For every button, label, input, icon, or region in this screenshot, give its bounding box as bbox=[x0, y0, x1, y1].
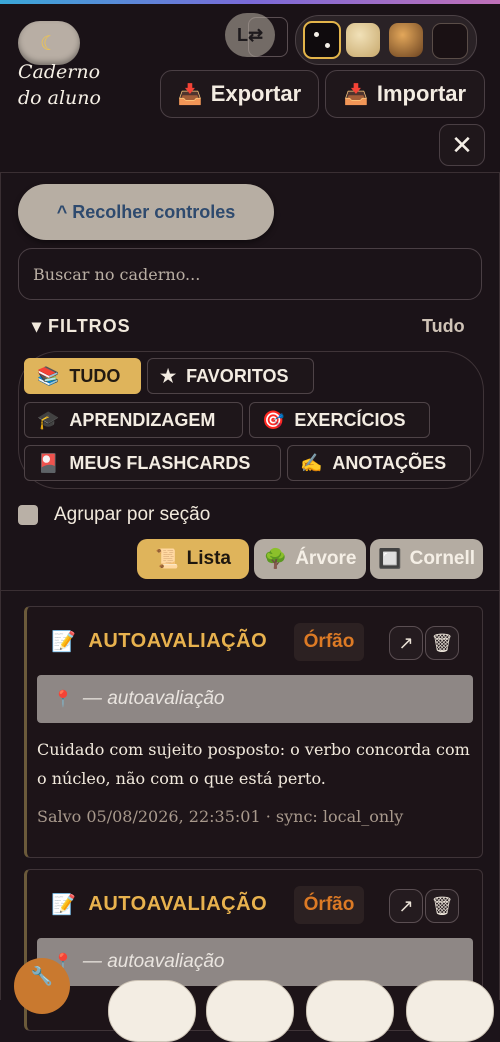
graduation-cap-icon: 🎓 bbox=[37, 409, 60, 430]
filter-chip-anotacoes[interactable]: ✍ ANOTAÇÕES bbox=[287, 445, 471, 481]
theme-swatch-group bbox=[295, 15, 477, 65]
note-saved-meta: Salvo 05/08/2026, 22:35:01 · sync: local… bbox=[37, 807, 404, 826]
tree-icon: 🌳 bbox=[263, 549, 288, 570]
note-card-title-text: AUTOAVALIAÇÃO bbox=[88, 630, 268, 652]
note-location-bar[interactable]: 📍 — autoavaliação bbox=[37, 938, 473, 986]
filter-chip-label: TUDO bbox=[69, 365, 121, 386]
notebook-brand: Caderno do aluno bbox=[18, 59, 128, 111]
view-cornell-button[interactable]: 🔲 Cornell bbox=[370, 539, 483, 579]
close-icon: ✕ bbox=[451, 129, 473, 160]
swap-icon: L⇄ bbox=[236, 24, 264, 45]
note-card: 📝 AUTOAVALIAÇÃO Órfão ↗ 🗑 📍 — autoavalia… bbox=[24, 606, 483, 858]
note-body-text: Cuidado com sujeito posposto: o verbo co… bbox=[37, 740, 470, 788]
orphan-badge: Órfão bbox=[294, 886, 364, 924]
dock-item-extra[interactable] bbox=[406, 980, 494, 1042]
view-label: Lista bbox=[186, 548, 232, 569]
brand-line-1: Caderno bbox=[18, 61, 101, 83]
filters-all-link[interactable]: Tudo bbox=[422, 316, 465, 337]
filters-toggle[interactable]: ▾ FILTROS bbox=[32, 316, 131, 337]
trash-icon: 🗑 bbox=[430, 632, 454, 653]
filter-chip-exercicios[interactable]: 🎯 EXERCÍCIOS bbox=[249, 402, 430, 438]
view-label: Árvore bbox=[295, 548, 357, 569]
arrow-up-right-icon: ↗ bbox=[398, 632, 414, 653]
open-note-button[interactable]: ↗ bbox=[389, 889, 423, 923]
group-by-section-row[interactable]: Agrupar por seção bbox=[18, 504, 210, 526]
group-by-section-checkbox[interactable] bbox=[18, 505, 38, 525]
view-lista-button[interactable]: 📜 Lista bbox=[137, 539, 249, 579]
dock-item-pen[interactable] bbox=[206, 980, 294, 1042]
import-button[interactable]: 📥 Importar bbox=[325, 70, 485, 118]
note-card-title: 📝 AUTOAVALIAÇÃO bbox=[51, 629, 267, 654]
crescent-moon-icon: ☾ bbox=[40, 32, 58, 55]
filter-chip-aprendizagem[interactable]: 🎓 APRENDIZAGEM bbox=[24, 402, 243, 438]
close-button[interactable]: ✕ bbox=[439, 124, 485, 166]
tools-fab-button[interactable]: 🔧 bbox=[14, 958, 70, 1014]
arrow-up-right-icon: ↗ bbox=[398, 895, 414, 916]
tray-upload-icon: 📥 bbox=[177, 83, 203, 106]
pin-icon: 📍 bbox=[53, 691, 73, 708]
theme-swatch-dark[interactable] bbox=[303, 21, 341, 59]
wrench-icon: 🔧 bbox=[30, 966, 54, 986]
view-label: Cornell bbox=[409, 548, 476, 569]
filter-chip-label: APRENDIZAGEM bbox=[69, 409, 216, 430]
section-divider bbox=[0, 590, 500, 591]
trash-icon: 🗑 bbox=[430, 895, 454, 916]
swatch-dot bbox=[325, 43, 330, 48]
filter-chip-label: EXERCÍCIOS bbox=[294, 409, 406, 430]
star-icon: ★ bbox=[160, 365, 177, 386]
note-card-title-text: AUTOAVALIAÇÃO bbox=[88, 893, 268, 915]
view-arvore-button[interactable]: 🌳 Árvore bbox=[254, 539, 366, 579]
brand-line-2: do aluno bbox=[18, 87, 101, 109]
note-location-bar[interactable]: 📍 — autoavaliação bbox=[37, 675, 473, 723]
group-by-section-label: Agrupar por seção bbox=[54, 504, 211, 525]
dock-item-books[interactable] bbox=[108, 980, 196, 1042]
dock-item-board[interactable] bbox=[306, 980, 394, 1042]
note-card-title: 📝 AUTOAVALIAÇÃO bbox=[51, 892, 267, 917]
books-icon: 📚 bbox=[37, 365, 60, 386]
export-label: Exportar bbox=[210, 81, 302, 106]
flashcard-icon: 🎴 bbox=[37, 452, 60, 473]
notebook-header: ☾ Caderno do aluno L⇄ 📥 Exportar 📥 Impor… bbox=[0, 4, 500, 173]
target-icon: 🎯 bbox=[262, 409, 285, 430]
tray-download-icon: 📥 bbox=[343, 83, 369, 106]
delete-note-button[interactable]: 🗑 bbox=[425, 889, 459, 923]
orphan-badge: Órfão bbox=[294, 623, 364, 661]
filter-chip-favoritos[interactable]: ★ FAVORITOS bbox=[147, 358, 314, 394]
square-icon: 🔲 bbox=[377, 549, 402, 570]
swatch-dot bbox=[314, 32, 319, 37]
open-note-button[interactable]: ↗ bbox=[389, 626, 423, 660]
theme-swatch-parchment[interactable] bbox=[346, 23, 380, 57]
notebook-search-input[interactable] bbox=[18, 248, 482, 300]
filter-chip-flashcards[interactable]: 🎴 MEUS FLASHCARDS bbox=[24, 445, 281, 481]
note-location-text: — autoavaliação bbox=[82, 688, 225, 709]
filter-chip-label: FAVORITOS bbox=[186, 365, 289, 386]
export-button[interactable]: 📥 Exportar bbox=[160, 70, 319, 118]
note-location-text: — autoavaliação bbox=[82, 951, 225, 972]
scroll-icon: 📜 bbox=[154, 549, 179, 570]
theme-swatch-night[interactable] bbox=[432, 23, 468, 59]
collapse-controls-button[interactable]: ^ Recolher controles bbox=[18, 184, 274, 240]
delete-note-button[interactable]: 🗑 bbox=[425, 626, 459, 660]
filter-chip-label: MEUS FLASHCARDS bbox=[69, 452, 251, 473]
filter-chip-label: ANOTAÇÕES bbox=[332, 452, 447, 473]
swap-layout-button[interactable]: L⇄ bbox=[225, 13, 275, 57]
theme-swatch-amber[interactable] bbox=[389, 23, 423, 57]
memo-icon: 📝 bbox=[51, 631, 77, 653]
import-label: Importar bbox=[376, 81, 467, 106]
filter-chip-tudo[interactable]: 📚 TUDO bbox=[24, 358, 141, 394]
memo-icon: 📝 bbox=[51, 894, 77, 916]
writing-hand-icon: ✍ bbox=[300, 452, 323, 473]
